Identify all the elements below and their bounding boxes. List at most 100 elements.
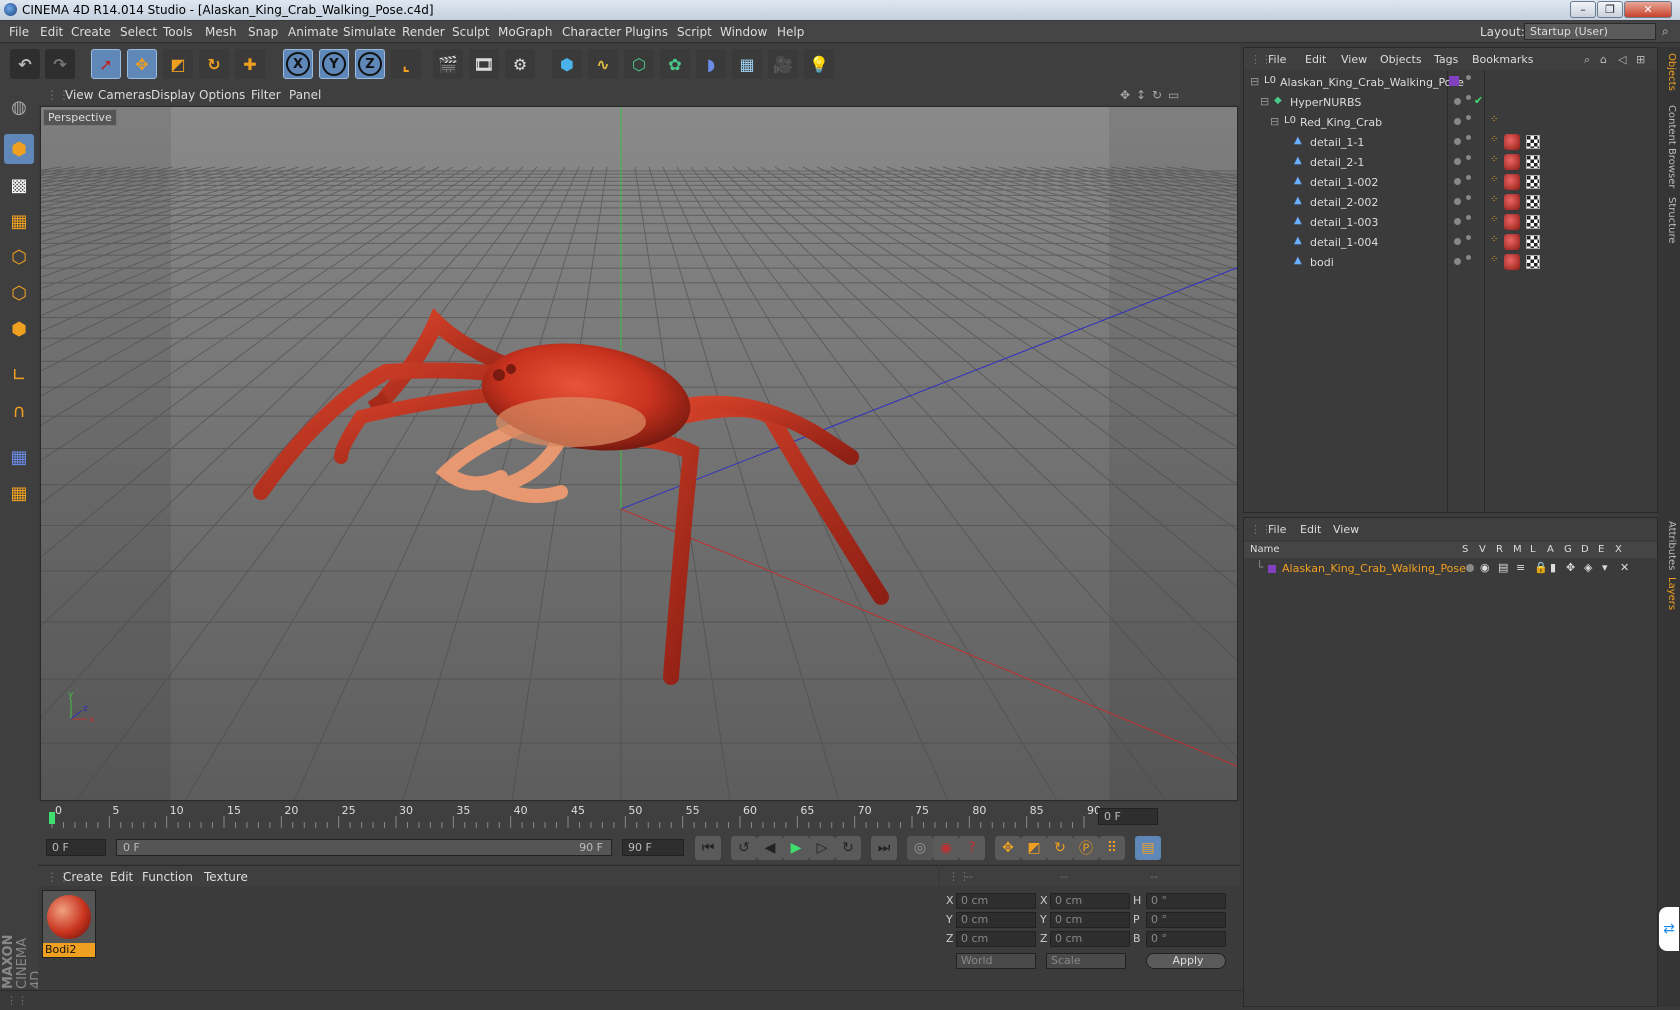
- keyframe-selection-icon[interactable]: ?: [959, 836, 985, 860]
- object-row[interactable]: ▲ detail_1-004 ⁘: [1244, 232, 1657, 252]
- menu-mograph[interactable]: MoGraph: [498, 25, 553, 39]
- layer-flag-e[interactable]: E: [1598, 544, 1604, 555]
- visibility-editor-dot[interactable]: [1454, 238, 1461, 245]
- vp-move-icon[interactable]: ✥: [1120, 88, 1130, 102]
- points-mode-icon[interactable]: ⬡: [4, 242, 34, 272]
- visibility-editor-dot[interactable]: [1454, 98, 1461, 105]
- rotation-p-field[interactable]: 0 °: [1146, 912, 1226, 928]
- object-name[interactable]: Red_King_Crab: [1300, 116, 1382, 129]
- layer-flag-a[interactable]: A: [1547, 544, 1554, 555]
- layer-flag-l[interactable]: L: [1530, 544, 1536, 555]
- obj-menu-bookmarks[interactable]: Bookmarks: [1472, 53, 1533, 66]
- mat-menu-function[interactable]: Function: [142, 870, 193, 884]
- menu-help[interactable]: Help: [777, 25, 804, 39]
- menu-render[interactable]: Render: [402, 25, 445, 39]
- object-name[interactable]: detail_2-1: [1310, 156, 1364, 169]
- timeline-window-icon[interactable]: ▤: [1135, 836, 1161, 860]
- object-name[interactable]: detail_1-002: [1310, 176, 1378, 189]
- vp-menu-options[interactable]: Options: [199, 88, 245, 102]
- render-picture-viewer-icon[interactable]: 🎞: [469, 49, 499, 79]
- minimize-button[interactable]: –: [1570, 1, 1596, 18]
- scale-icon[interactable]: ◩: [163, 49, 193, 79]
- key-param-icon[interactable]: Ⓟ: [1073, 836, 1099, 860]
- obj-newwindow-icon[interactable]: ⊞: [1636, 53, 1645, 66]
- rotation-b-field[interactable]: 0 °: [1146, 931, 1226, 947]
- obj-menu-view[interactable]: View: [1341, 53, 1367, 66]
- phong-tag-icon[interactable]: ⁘: [1490, 254, 1498, 265]
- visibility-editor-dot[interactable]: [1454, 198, 1461, 205]
- uvw-tag-icon[interactable]: [1526, 175, 1540, 189]
- spline-icon[interactable]: ∿: [588, 49, 618, 79]
- camera-icon[interactable]: 🎥: [768, 49, 798, 79]
- cube-primitive-icon[interactable]: ⬢: [552, 49, 582, 79]
- object-name[interactable]: detail_1-004: [1310, 236, 1378, 249]
- menu-select[interactable]: Select: [120, 25, 157, 39]
- layer-flag-g[interactable]: G: [1564, 544, 1572, 555]
- layer-visible-icon[interactable]: ◉: [1480, 561, 1490, 574]
- visibility-editor-dot[interactable]: [1454, 138, 1461, 145]
- workplane-icon[interactable]: ▦: [4, 206, 34, 236]
- layer-lock-icon[interactable]: 🔒: [1534, 561, 1548, 574]
- maximize-button[interactable]: ❐: [1597, 1, 1623, 18]
- vp-menu-view[interactable]: View: [65, 88, 93, 102]
- phong-tag-icon[interactable]: ⁘: [1490, 154, 1498, 165]
- position-y-field[interactable]: 0 cm: [956, 912, 1036, 928]
- material-tag-icon[interactable]: [1504, 154, 1520, 170]
- visibility-editor-dot[interactable]: [1454, 258, 1461, 265]
- end-frame-field[interactable]: 90 F: [622, 839, 684, 856]
- vp-rotate-icon[interactable]: ↻: [1152, 88, 1162, 102]
- key-scale-icon[interactable]: ◩: [1021, 836, 1047, 860]
- visibility-render-dot[interactable]: [1466, 195, 1471, 200]
- menu-plugins[interactable]: Plugins: [625, 25, 668, 39]
- obj-home-icon[interactable]: ⌂: [1600, 53, 1607, 66]
- lay-menu-edit[interactable]: Edit: [1300, 523, 1321, 536]
- menu-mesh[interactable]: Mesh: [205, 25, 237, 39]
- redo-icon[interactable]: ↷: [45, 49, 75, 79]
- visibility-render-dot[interactable]: [1466, 215, 1471, 220]
- visibility-render-dot[interactable]: [1466, 235, 1471, 240]
- key-rotation-icon[interactable]: ↻: [1047, 836, 1073, 860]
- size-mode-dropdown[interactable]: Scale: [1046, 953, 1126, 969]
- next-frame-icon[interactable]: ▷: [809, 836, 835, 860]
- light-icon[interactable]: 💡: [804, 49, 834, 79]
- array-icon[interactable]: ✿: [660, 49, 690, 79]
- visibility-render-dot[interactable]: [1466, 135, 1471, 140]
- goto-end-icon[interactable]: ⏭: [871, 836, 897, 860]
- visibility-render-dot[interactable]: [1466, 75, 1471, 80]
- deformer-icon[interactable]: ◗: [696, 49, 726, 79]
- phong-tag-icon[interactable]: ⁘: [1490, 114, 1498, 125]
- menu-sculpt[interactable]: Sculpt: [452, 25, 489, 39]
- play-icon[interactable]: ▶: [783, 836, 809, 860]
- visibility-render-dot[interactable]: [1466, 115, 1471, 120]
- uvw-tag-icon[interactable]: [1526, 195, 1540, 209]
- object-row[interactable]: ▲ detail_2-1 ⁘: [1244, 152, 1657, 172]
- expand-toggle-icon[interactable]: ⊟: [1270, 115, 1279, 128]
- x-axis-toggle[interactable]: X: [283, 49, 313, 79]
- menu-simulate[interactable]: Simulate: [343, 25, 396, 39]
- size-x-field[interactable]: 0 cm: [1050, 893, 1130, 909]
- object-name[interactable]: detail_1-003: [1310, 216, 1378, 229]
- close-button[interactable]: ✕: [1624, 1, 1672, 18]
- vp-menu-display[interactable]: Display: [151, 88, 195, 102]
- layer-flag-x[interactable]: X: [1615, 544, 1622, 555]
- key-pla-icon[interactable]: ⠿: [1099, 836, 1125, 860]
- layer-deformer-icon[interactable]: ◈: [1584, 561, 1592, 574]
- size-z-field[interactable]: 0 cm: [1050, 931, 1130, 947]
- material-tag-icon[interactable]: [1504, 254, 1520, 270]
- position-z-field[interactable]: 0 cm: [956, 931, 1036, 947]
- object-name[interactable]: detail_1-1: [1310, 136, 1364, 149]
- vp-menu-cameras[interactable]: Cameras: [98, 88, 151, 102]
- add-object-icon[interactable]: ✚: [235, 49, 265, 79]
- uvw-tag-icon[interactable]: [1526, 155, 1540, 169]
- vp-menu-panel[interactable]: Panel: [289, 88, 321, 102]
- uvw-tag-icon[interactable]: [1526, 255, 1540, 269]
- visibility-render-dot[interactable]: [1466, 175, 1471, 180]
- object-name[interactable]: Alaskan_King_Crab_Walking_Pose: [1280, 76, 1464, 89]
- render-view-icon[interactable]: 🎬: [433, 49, 463, 79]
- phong-tag-icon[interactable]: ⁘: [1490, 134, 1498, 145]
- layer-name[interactable]: Alaskan_King_Crab_Walking_Pose: [1282, 562, 1466, 575]
- apply-button[interactable]: Apply: [1146, 953, 1226, 969]
- obj-search-icon[interactable]: ⌕: [1584, 53, 1590, 67]
- visibility-editor-dot[interactable]: [1454, 218, 1461, 225]
- object-row[interactable]: ⊟ ◆ HyperNURBS ✔: [1244, 92, 1657, 112]
